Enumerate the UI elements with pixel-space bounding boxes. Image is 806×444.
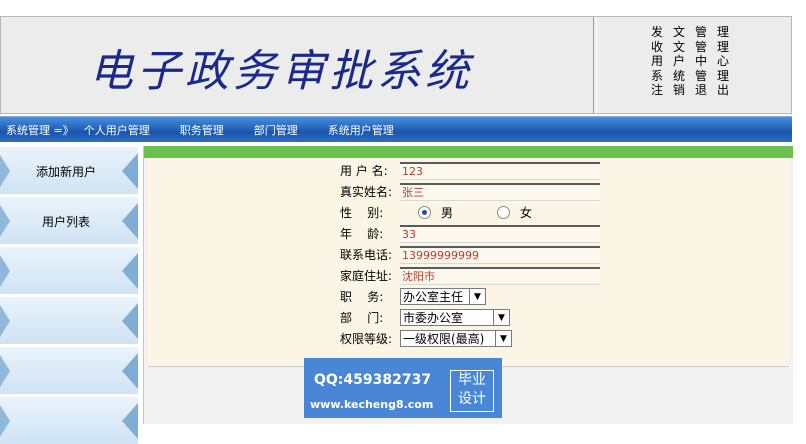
quick-link-char[interactable]: 销 [668, 83, 690, 98]
age-label: 年 龄: [340, 227, 384, 241]
system-title: 电子政务审批系统 [89, 46, 473, 97]
sidebar-item-empty[interactable] [0, 346, 138, 394]
content-top-bar [144, 146, 793, 158]
chevron-down-icon[interactable]: ▼ [469, 289, 485, 304]
top-nav: 系统管理 =》 个人用户管理 职务管理 部门管理 系统用户管理 [0, 116, 792, 142]
quick-link-char[interactable]: 发 [646, 25, 668, 40]
quick-link-char[interactable]: 系 [646, 69, 668, 84]
username-label: 用 户 名: [340, 164, 388, 178]
sidebar-item-label: 添加新用户 [35, 165, 96, 179]
gender-label: 性 别: [340, 206, 384, 220]
phone-label: 联系电话: [340, 248, 393, 262]
gender-female-radio[interactable] [497, 206, 511, 219]
quick-link-char[interactable]: 用 [646, 54, 668, 69]
watermark-banner: QQ:459382737 www.kecheng8.com 毕业 设计 [304, 358, 502, 418]
quick-link-char[interactable]: 退 [690, 83, 712, 98]
address-input[interactable]: 沈阳市 [400, 266, 600, 285]
top-strip [0, 0, 806, 16]
username-input[interactable]: 123 [400, 161, 600, 180]
sidebar-item-empty[interactable] [0, 396, 138, 444]
quick-link-char[interactable]: 出 [712, 83, 734, 98]
watermark-url: www.kecheng8.com [310, 398, 434, 411]
realname-label: 真实姓名: [340, 185, 393, 199]
quick-link-char[interactable]: 文 [668, 40, 690, 55]
row-department: 部 门: 市委办公室 ▼ [340, 308, 510, 327]
quick-link-char[interactable]: 理 [712, 69, 734, 84]
app-window: 电子政务审批系统 发文管理收文管理用户中心系统管理注销退出 系统管理 =》 个人… [0, 0, 806, 444]
quick-link-char[interactable]: 统 [668, 69, 690, 84]
quick-link-char[interactable]: 管 [690, 69, 712, 84]
position-select[interactable]: 办公室主任 ▼ [400, 288, 486, 305]
row-position: 职 务: 办公室主任 ▼ [340, 287, 486, 306]
nav-item-personal-users[interactable]: 个人用户管理 [82, 122, 152, 138]
nav-item-positions[interactable]: 职务管理 [178, 122, 226, 138]
gender-male-label: 男 [441, 206, 454, 220]
row-phone: 联系电话: 13999999999 [340, 245, 600, 264]
position-select-value: 办公室主任 [403, 290, 464, 304]
watermark-qq: QQ:459382737 [314, 372, 432, 388]
sidebar: 添加新用户 用户列表 [0, 146, 138, 444]
gender-male-radio[interactable] [418, 206, 431, 219]
sidebar-item-user-list[interactable]: 用户列表 [0, 196, 138, 244]
sidebar-item-label: 用户列表 [41, 215, 90, 229]
row-age: 年 龄: 33 [340, 224, 600, 243]
realname-input[interactable]: 张三 [400, 182, 600, 201]
watermark-badge: 毕业 设计 [450, 370, 494, 412]
chevron-down-icon[interactable]: ▼ [495, 331, 511, 346]
header-divider [593, 17, 597, 113]
row-gender: 性 别: 男 女 [340, 203, 558, 222]
sidebar-item-empty[interactable] [0, 246, 138, 294]
nav-breadcrumb-system[interactable]: 系统管理 =》 [4, 122, 76, 138]
position-label: 职 务: [340, 290, 384, 304]
address-label: 家庭住址: [340, 269, 393, 283]
quick-link-char[interactable]: 心 [712, 54, 734, 69]
sidebar-item-add-user[interactable]: 添加新用户 [0, 146, 138, 194]
permission-select-value: 一级权限(最高) [403, 332, 485, 346]
gender-radio-group: 男 女 [400, 204, 558, 221]
gender-female-label: 女 [520, 206, 533, 220]
quick-link-char[interactable]: 管 [690, 40, 712, 55]
watermark-badge-line1: 毕业 [458, 372, 486, 388]
watermark-badge-line2: 设计 [458, 391, 486, 407]
age-input[interactable]: 33 [400, 224, 600, 243]
row-realname: 真实姓名: 张三 [340, 182, 600, 201]
permission-label: 权限等级: [340, 332, 393, 346]
department-label: 部 门: [340, 311, 384, 325]
permission-select[interactable]: 一级权限(最高) ▼ [400, 330, 512, 347]
quick-link-char[interactable]: 注 [646, 83, 668, 98]
quick-link-char[interactable]: 收 [646, 40, 668, 55]
row-permission: 权限等级: 一级权限(最高) ▼ [340, 329, 512, 348]
user-edit-form: 用 户 名: 123 真实姓名: 张三 性 别: 男 女 年 龄: 33 联系电… [148, 158, 789, 375]
row-username: 用 户 名: 123 [340, 161, 600, 180]
quick-link-char[interactable]: 户 [668, 54, 690, 69]
quick-link-char[interactable]: 理 [712, 40, 734, 55]
sidebar-item-empty[interactable] [0, 296, 138, 344]
header-banner: 电子政务审批系统 发文管理收文管理用户中心系统管理注销退出 [0, 16, 792, 114]
phone-input[interactable]: 13999999999 [400, 245, 600, 264]
quick-link-char[interactable]: 中 [690, 54, 712, 69]
nav-item-system-users[interactable]: 系统用户管理 [326, 122, 396, 138]
department-select-value: 市委办公室 [403, 311, 464, 325]
chevron-down-icon[interactable]: ▼ [493, 310, 509, 325]
nav-item-departments[interactable]: 部门管理 [252, 122, 300, 138]
row-address: 家庭住址: 沈阳市 [340, 266, 600, 285]
quick-link-char[interactable]: 理 [712, 25, 734, 40]
quick-link-char[interactable]: 文 [668, 25, 690, 40]
department-select[interactable]: 市委办公室 ▼ [400, 309, 510, 326]
quick-link-char[interactable]: 管 [690, 25, 712, 40]
quick-links: 发文管理收文管理用户中心系统管理注销退出 [646, 25, 734, 98]
